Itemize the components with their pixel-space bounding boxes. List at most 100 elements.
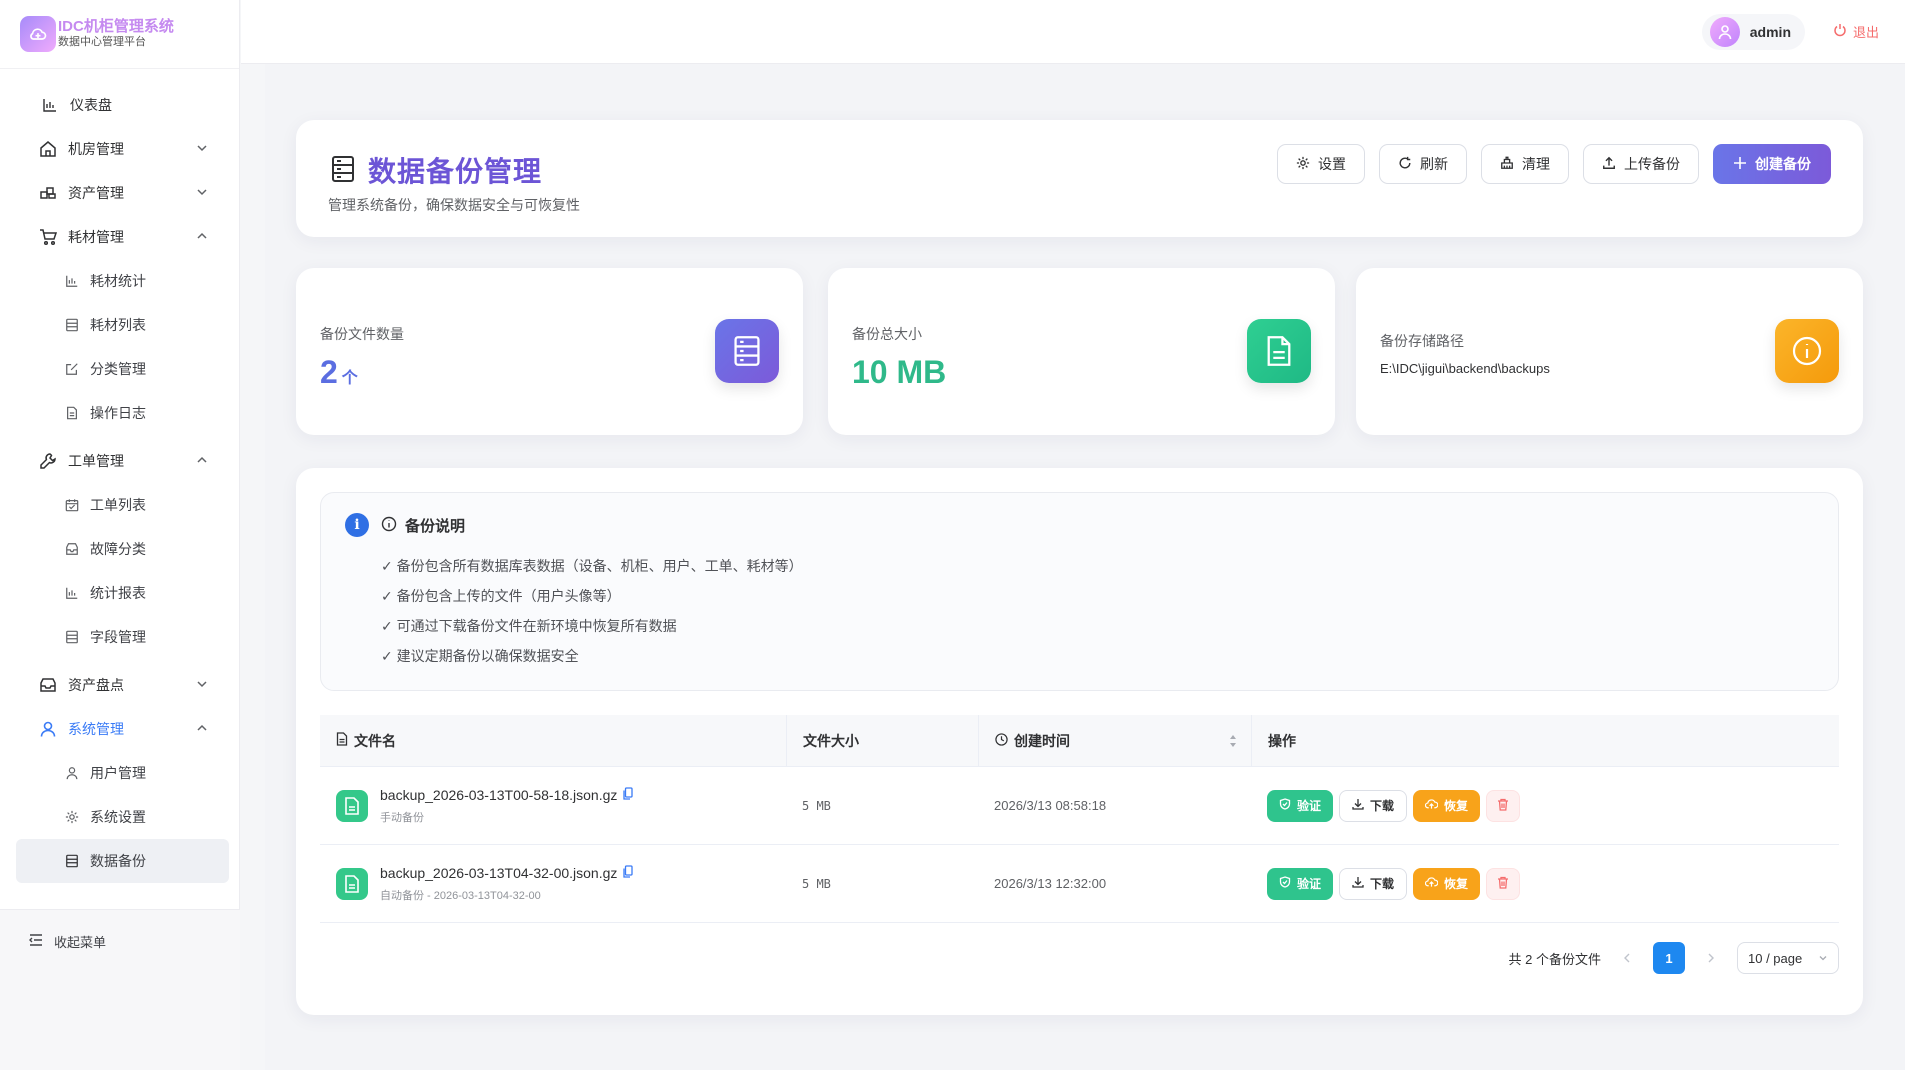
- download-button[interactable]: 下载: [1339, 867, 1408, 900]
- copy-icon[interactable]: [623, 864, 634, 881]
- download-button[interactable]: 下载: [1339, 789, 1408, 822]
- sidebar-item-workorder-list[interactable]: 工单列表: [0, 483, 239, 527]
- sidebar-item-consumable-list[interactable]: 耗材列表: [0, 303, 239, 347]
- trash-icon: [1497, 798, 1509, 814]
- upload-backup-button[interactable]: 上传备份: [1583, 144, 1699, 184]
- settings-label: 设置: [1318, 156, 1346, 172]
- backup-type: 手动备份: [380, 811, 424, 824]
- sidebar-item-field-management[interactable]: 字段管理: [0, 615, 239, 659]
- sidebar-item-system[interactable]: 系统管理: [0, 707, 239, 751]
- column-header-created[interactable]: 创建时间: [978, 715, 1251, 766]
- user-icon: [64, 765, 80, 781]
- file-icon: [1247, 319, 1311, 383]
- sidebar-item-label: 系统管理: [68, 721, 124, 737]
- sort-icon[interactable]: [1229, 734, 1237, 751]
- sidebar-item-label: 系统设置: [90, 809, 146, 825]
- refresh-button[interactable]: 刷新: [1379, 144, 1467, 184]
- brand-title: IDC机柜管理系统: [58, 18, 174, 36]
- sidebar-item-label: 工单列表: [90, 497, 146, 513]
- clock-icon: [995, 732, 1008, 749]
- broom-icon: [1500, 156, 1514, 173]
- shield-check-icon: [1279, 798, 1291, 813]
- sidebar-item-consumables[interactable]: 耗材管理: [0, 215, 239, 259]
- top-header: admin 退出: [241, 0, 1905, 64]
- time-cell: 2026/3/13 12:32:00: [994, 876, 1107, 891]
- sidebar-item-label: 资产盘点: [68, 677, 124, 693]
- power-icon: [1833, 23, 1847, 40]
- calendar-icon: [64, 497, 80, 513]
- info-circle-icon: [381, 516, 397, 536]
- delete-button[interactable]: [1486, 867, 1521, 900]
- column-header-actions: 操作: [1251, 715, 1839, 766]
- page-title: 数据备份管理: [368, 156, 543, 187]
- cloud-upload-icon: [1424, 876, 1439, 891]
- size-cell: 5 MB: [802, 876, 831, 891]
- chevron-down-icon: [197, 681, 207, 688]
- sidebar-item-category[interactable]: 分类管理: [0, 347, 239, 391]
- brand-subtitle: 数据中心管理平台: [58, 36, 146, 49]
- prev-page-icon[interactable]: [1619, 950, 1635, 966]
- page-number[interactable]: 1: [1653, 942, 1685, 974]
- info-title: 备份说明: [381, 515, 465, 536]
- create-backup-button[interactable]: 创建备份: [1713, 144, 1831, 184]
- sidebar-item-workorders[interactable]: 工单管理: [0, 439, 239, 483]
- stat-label: 备份文件数量: [320, 326, 404, 342]
- verify-label: 验证: [1297, 799, 1322, 813]
- copy-icon[interactable]: [623, 786, 634, 803]
- verify-button[interactable]: 验证: [1267, 789, 1334, 822]
- restore-button[interactable]: 恢复: [1413, 867, 1481, 900]
- trash-icon: [1497, 876, 1509, 892]
- sidebar-item-system-settings[interactable]: 系统设置: [0, 795, 239, 839]
- sidebar-item-label: 用户管理: [90, 765, 146, 781]
- user-menu[interactable]: admin: [1701, 14, 1805, 50]
- sidebar-footer: 收起菜单: [0, 909, 240, 1070]
- restore-button[interactable]: 恢复: [1413, 789, 1481, 822]
- shield-check-icon: [1279, 876, 1291, 891]
- next-page-icon[interactable]: [1703, 950, 1719, 966]
- download-icon: [1352, 876, 1364, 891]
- column-header-filename: 文件名: [320, 715, 786, 766]
- verify-button[interactable]: 验证: [1267, 867, 1334, 900]
- sidebar-item-operation-log[interactable]: 操作日志: [0, 391, 239, 435]
- sidebar-item-rooms[interactable]: 机房管理: [0, 127, 239, 171]
- page-title-row: 数据备份管理: [330, 150, 542, 190]
- column-label: 文件名: [354, 732, 396, 749]
- collapse-menu-button[interactable]: 收起菜单: [28, 932, 106, 951]
- table-row: backup_2026-03-13T04-32-00.json.gz 自动备份 …: [320, 845, 1839, 923]
- column-label: 文件大小: [803, 732, 859, 749]
- column-label: 操作: [1268, 732, 1296, 749]
- sidebar-item-data-backup[interactable]: 数据备份: [16, 839, 229, 883]
- logout-button[interactable]: 退出: [1833, 22, 1879, 41]
- sidebar-item-inventory[interactable]: 资产盘点: [0, 663, 239, 707]
- main-content: 数据备份管理 管理系统备份，确保数据安全与可恢复性 设置 刷新 清理 上传备份: [265, 64, 1905, 1070]
- clean-button[interactable]: 清理: [1481, 144, 1569, 184]
- chevron-up-icon: [197, 456, 207, 463]
- chevron-down-icon: [197, 189, 207, 196]
- filename-cell: backup_2026-03-13T04-32-00.json.gz 自动备份 …: [320, 845, 786, 922]
- sidebar-item-stat-report[interactable]: 统计报表: [0, 571, 239, 615]
- sidebar-item-fault-category[interactable]: 故障分类: [0, 527, 239, 571]
- upload-label: 上传备份: [1624, 156, 1680, 172]
- chevron-down-icon: [197, 145, 207, 152]
- file-icon: [336, 789, 368, 822]
- backup-list-card: i 备份说明 ✓ 备份包含所有数据库表数据（设备、机柜、用户、工单、耗材等） ✓…: [296, 468, 1863, 1015]
- settings-button[interactable]: 设置: [1277, 144, 1365, 184]
- database-icon: [715, 319, 779, 383]
- edit-icon: [64, 361, 80, 377]
- sidebar-item-consumable-stats[interactable]: 耗材统计: [0, 259, 239, 303]
- page-size-select[interactable]: 10 / page: [1737, 942, 1839, 974]
- info-badge-icon: i: [345, 513, 369, 537]
- cart-icon: [38, 227, 58, 247]
- stat-card-size: 备份总大小 10 MB: [828, 268, 1335, 435]
- delete-button[interactable]: [1486, 789, 1521, 822]
- pagination-total: 共 2 个备份文件: [1508, 951, 1601, 967]
- download-label: 下载: [1370, 799, 1395, 813]
- sidebar-item-label: 工单管理: [68, 453, 124, 469]
- sidebar-item-assets[interactable]: 资产管理: [0, 171, 239, 215]
- sidebar-item-user-management[interactable]: 用户管理: [0, 751, 239, 795]
- filename: backup_2026-03-13T04-32-00.json.gz: [380, 864, 634, 881]
- column-header-size: 文件大小: [786, 715, 978, 766]
- page-size-value: 10 / page: [1748, 950, 1803, 966]
- restore-label: 恢复: [1444, 877, 1469, 891]
- sidebar-item-dashboard[interactable]: 仪表盘: [0, 83, 239, 127]
